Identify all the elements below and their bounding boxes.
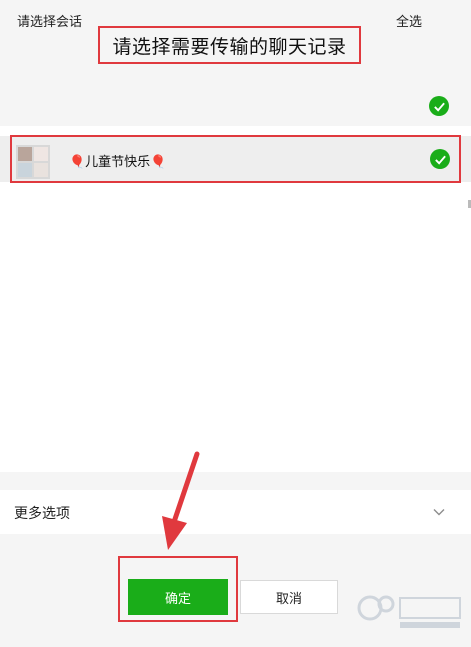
more-options-label: 更多选项	[14, 506, 70, 522]
select-session-label: 请选择会话	[17, 15, 83, 30]
divider	[0, 472, 471, 490]
chat-row-highlight	[10, 135, 461, 183]
watermark-logo-icon	[357, 595, 461, 628]
cancel-button[interactable]: 取消	[240, 580, 338, 614]
session-header	[0, 86, 471, 126]
checkmark-icon	[433, 102, 445, 112]
select-all-label[interactable]: 全选	[396, 11, 422, 30]
chevron-down-icon[interactable]	[432, 505, 446, 519]
select-all-check-icon[interactable]	[429, 96, 449, 116]
more-options-row[interactable]	[0, 490, 471, 534]
chat-list-area	[0, 196, 471, 472]
confirm-button[interactable]: 确定	[128, 579, 228, 615]
title-highlight: 请选择需要传输的聊天记录	[98, 26, 361, 64]
dialog-title: 请选择需要传输的聊天记录	[112, 35, 347, 58]
annotation-arrow-icon	[162, 451, 200, 550]
